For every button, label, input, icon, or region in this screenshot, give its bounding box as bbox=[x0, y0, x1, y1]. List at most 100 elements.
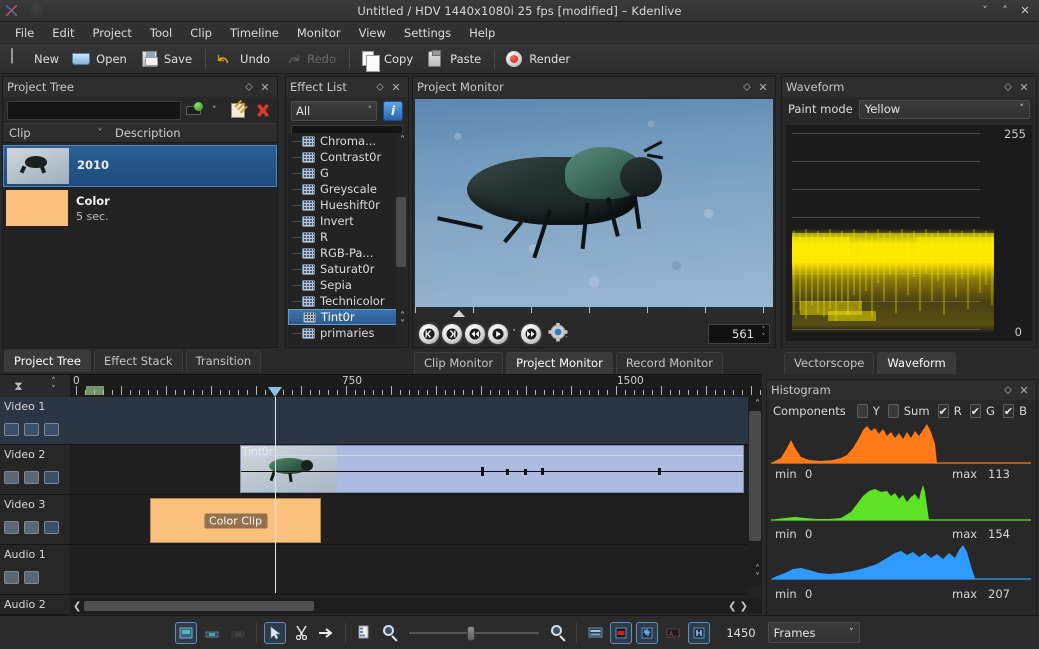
add-clip-icon[interactable] bbox=[186, 101, 206, 120]
chevron-down-icon[interactable]: ˅ bbox=[211, 101, 223, 120]
menu-project[interactable]: Project bbox=[84, 24, 141, 42]
menu-file[interactable]: File bbox=[6, 24, 43, 42]
close-icon[interactable]: ✕ bbox=[755, 79, 771, 95]
sort-chevron-icon[interactable]: ˅ bbox=[89, 126, 111, 140]
track-header-video-2[interactable]: Video 2 bbox=[0, 445, 70, 495]
minimize-button[interactable]: ˅ bbox=[976, 3, 994, 19]
tab-record-monitor[interactable]: Record Monitor bbox=[615, 352, 723, 374]
show-markers-comments-button[interactable]: A.. bbox=[662, 622, 684, 644]
copy-button[interactable]: Copy bbox=[356, 47, 420, 72]
menu-timeline[interactable]: Timeline bbox=[221, 24, 288, 42]
tab-clip-monitor[interactable]: Clip Monitor bbox=[414, 352, 504, 374]
waveform-canvas[interactable]: 255 0 bbox=[786, 125, 1032, 341]
checkbox-green[interactable]: ✔ bbox=[969, 404, 981, 418]
menu-view[interactable]: View bbox=[350, 24, 395, 42]
zoom-slider-knob[interactable] bbox=[467, 625, 476, 641]
set-zone-end-button[interactable] bbox=[442, 323, 462, 344]
list-item[interactable]: — Invert bbox=[288, 213, 406, 229]
timeline-clip-video[interactable]: Tint0r bbox=[240, 445, 744, 493]
scroll-left-arrow-icon[interactable]: ❮ bbox=[73, 601, 81, 612]
list-item[interactable]: — G bbox=[288, 165, 406, 181]
mute-track-icon[interactable] bbox=[24, 521, 39, 534]
play-button[interactable] bbox=[488, 323, 508, 344]
show-timeline-thumbs-button[interactable] bbox=[610, 621, 633, 644]
timeline-zone[interactable] bbox=[86, 386, 104, 395]
redo-button[interactable]: Redo bbox=[279, 47, 343, 71]
list-item[interactable]: Color 5 sec. bbox=[3, 187, 277, 229]
monitor-timeline-ruler[interactable] bbox=[415, 307, 773, 319]
delete-clip-icon[interactable] bbox=[253, 101, 273, 120]
scroll-updown-arrows-icon[interactable]: ˄ ˅ bbox=[755, 565, 760, 583]
paint-mode-select[interactable]: Yellow ˅ bbox=[858, 99, 1030, 119]
list-item[interactable]: — RGB-Pa... bbox=[288, 245, 406, 261]
search-input[interactable] bbox=[7, 100, 181, 120]
render-button[interactable]: Render bbox=[501, 47, 577, 71]
open-button[interactable]: Open bbox=[68, 47, 134, 71]
float-icon[interactable]: ⬦ bbox=[739, 79, 755, 95]
close-icon[interactable]: ✕ bbox=[1016, 382, 1032, 398]
list-item[interactable]: — Hueshift0r bbox=[288, 197, 406, 213]
float-icon[interactable]: ⬦ bbox=[372, 79, 388, 95]
hourglass-icon[interactable]: ⧗ bbox=[14, 379, 22, 394]
lock-track-icon[interactable] bbox=[4, 571, 19, 584]
spinner-arrows-icon[interactable]: ˄ ˅ bbox=[758, 326, 769, 341]
track-header-audio-2[interactable]: Audio 2 bbox=[0, 595, 70, 615]
list-item[interactable]: 2010 bbox=[3, 145, 277, 187]
tab-waveform[interactable]: Waveform bbox=[877, 352, 956, 374]
razor-tool-button[interactable] bbox=[290, 622, 312, 644]
menu-edit[interactable]: Edit bbox=[43, 24, 83, 42]
tab-transition[interactable]: Transition bbox=[185, 350, 262, 372]
mute-track-icon[interactable] bbox=[24, 423, 39, 436]
zoom-out-button[interactable] bbox=[379, 622, 401, 644]
effect-list-tree[interactable]: — Chroma... — Contrast0r — G — Greyscale — Hu… bbox=[288, 133, 406, 345]
hide-video-icon[interactable] bbox=[44, 521, 59, 534]
edit-clip-icon[interactable] bbox=[228, 101, 248, 120]
scroll-right-arrow-icon[interactable]: ❮ ❯ bbox=[728, 601, 748, 612]
snap-button[interactable] bbox=[353, 622, 375, 644]
checkbox-blue[interactable]: ✔ bbox=[1002, 404, 1015, 418]
set-zone-start-button[interactable] bbox=[419, 323, 439, 344]
monitor-settings-gear[interactable]: ˅ bbox=[547, 321, 572, 345]
paste-button[interactable]: Paste bbox=[422, 47, 488, 71]
mute-track-icon[interactable] bbox=[24, 471, 39, 484]
undo-button[interactable]: Undo bbox=[212, 47, 277, 71]
track-header-video-3[interactable]: Video 3 bbox=[0, 495, 70, 545]
zoom-in-button[interactable] bbox=[547, 622, 569, 644]
show-markers-button[interactable] bbox=[227, 622, 249, 644]
scroll-up-arrow-icon[interactable]: ˄ bbox=[755, 399, 760, 410]
scroll-up-arrow-icon[interactable]: ˄ bbox=[400, 135, 405, 146]
close-icon[interactable]: ✕ bbox=[388, 79, 404, 95]
menu-tool[interactable]: Tool bbox=[141, 24, 181, 42]
menu-clip[interactable]: Clip bbox=[181, 24, 221, 42]
selection-tool-button[interactable] bbox=[264, 621, 287, 644]
spacer-tool-button[interactable] bbox=[316, 622, 338, 644]
float-icon[interactable]: ⬦ bbox=[241, 79, 257, 95]
rewind-button[interactable] bbox=[465, 323, 485, 344]
menu-monitor[interactable]: Monitor bbox=[288, 24, 350, 42]
column-clip[interactable]: Clip bbox=[3, 126, 89, 140]
timeline-horizontal-scrollbar[interactable]: ❮ ❮ ❯ bbox=[70, 598, 762, 614]
list-item[interactable]: — primaries bbox=[288, 325, 406, 341]
close-icon[interactable]: ✕ bbox=[1016, 79, 1032, 95]
list-item[interactable]: — Technicolor bbox=[288, 293, 406, 309]
track-body-audio-1[interactable] bbox=[70, 545, 748, 595]
play-options-dropdown[interactable]: ˅ bbox=[511, 329, 518, 339]
monitor-position-input[interactable]: 561 ˄ ˅ bbox=[708, 323, 770, 344]
track-body-video-2[interactable]: Tint0r bbox=[70, 445, 748, 495]
timeline-clip-color[interactable]: Color Clip bbox=[150, 498, 321, 543]
checkbox-luma[interactable] bbox=[856, 404, 868, 418]
maximize-button[interactable]: ˄ bbox=[996, 3, 1014, 19]
column-description[interactable]: Description bbox=[111, 126, 277, 140]
lock-track-icon[interactable] bbox=[4, 423, 19, 436]
timeline-ruler[interactable]: 0 750 1500 bbox=[70, 375, 762, 397]
float-icon[interactable]: ⬦ bbox=[1000, 79, 1016, 95]
tab-vectorscope[interactable]: Vectorscope bbox=[784, 352, 875, 374]
list-item[interactable]: — Chroma... bbox=[288, 133, 406, 149]
list-item[interactable]: — Sepia bbox=[288, 277, 406, 293]
video-preview[interactable] bbox=[415, 99, 773, 307]
menu-help[interactable]: Help bbox=[460, 24, 504, 42]
tab-effect-stack[interactable]: Effect Stack bbox=[93, 350, 183, 372]
checkbox-red[interactable]: ✔ bbox=[937, 404, 949, 418]
track-body-video-1[interactable] bbox=[70, 397, 748, 445]
list-item[interactable]: — Saturat0r bbox=[288, 261, 406, 277]
